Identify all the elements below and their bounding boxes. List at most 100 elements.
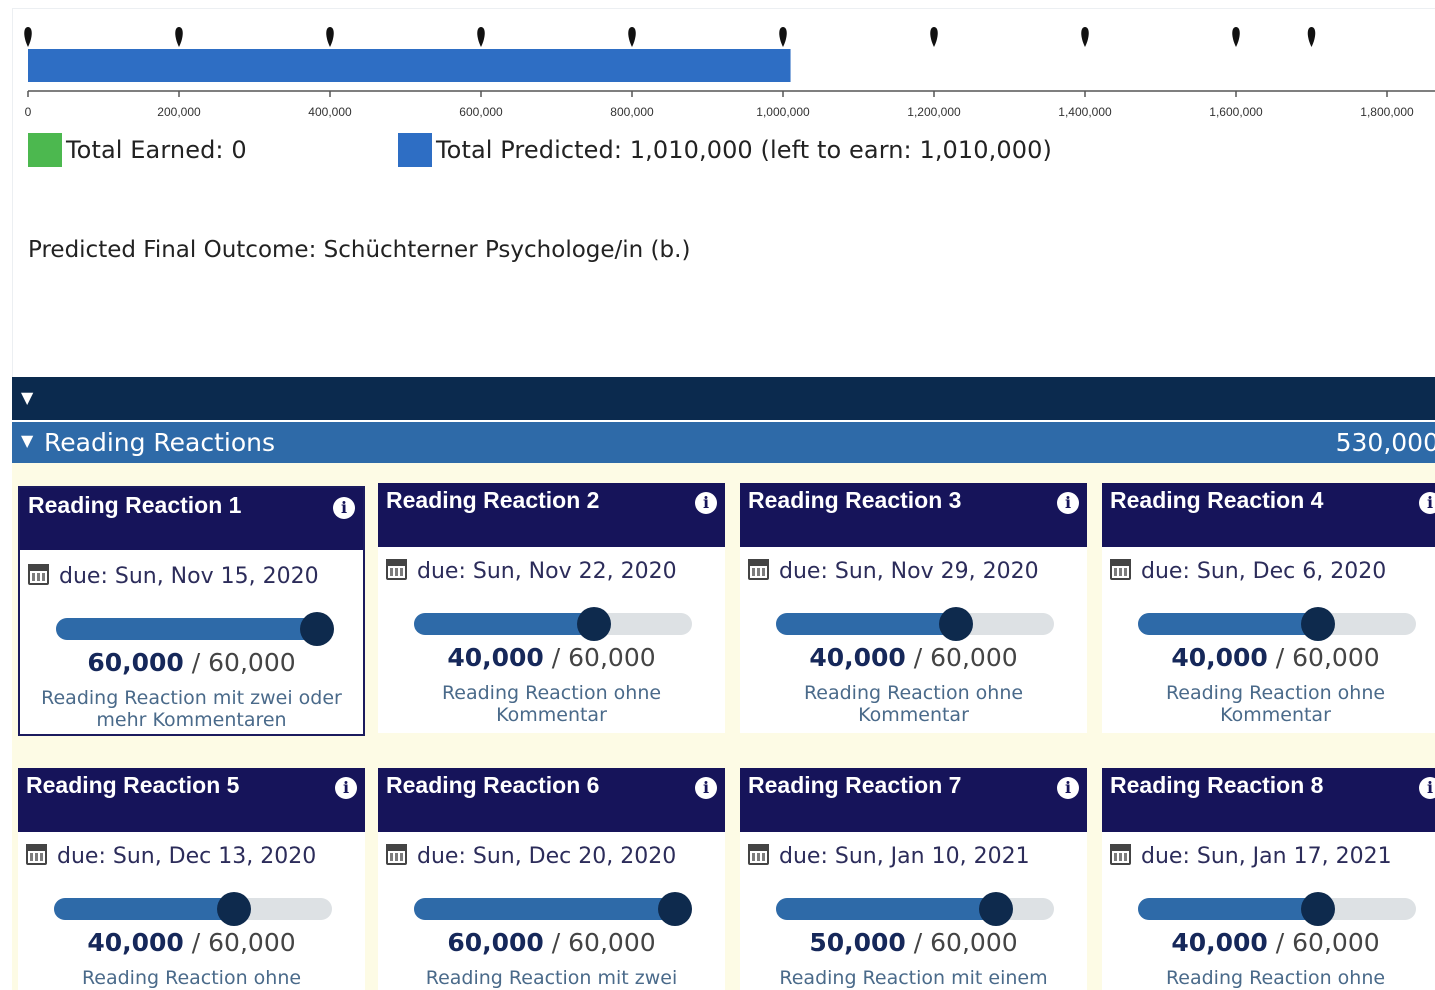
assignment-card-2[interactable]: Reading Reaction 2 i due: Sun, Nov 22, 2… [378,483,725,733]
slider-fill [1138,898,1324,920]
due-text: due: Sun, Jan 10, 2021 [779,844,1030,869]
slider-handle[interactable] [658,892,692,926]
section-header-reading-reactions[interactable]: ▼ Reading Reactions 530,000 [12,422,1435,463]
predicted-bar [28,49,791,82]
points-earned: 40,000 [809,643,906,672]
calendar-icon [26,844,47,865]
points-max: 60,000 [568,643,656,672]
due-text: due: Sun, Nov 22, 2020 [417,559,677,584]
assignment-card-5[interactable]: Reading Reaction 5 i due: Sun, Dec 13, 2… [18,768,365,990]
info-icon[interactable]: i [695,777,717,799]
axis-tick-label: 600,000 [459,105,503,119]
grade-description: Reading Reaction ohne Kommentar [441,682,662,726]
info-icon[interactable]: i [1057,777,1079,799]
points-slider[interactable] [776,892,1054,926]
info-icon[interactable]: i [333,497,355,519]
points-slider[interactable] [414,892,692,926]
card-title: Reading Reaction 8 [1110,772,1324,798]
triangle-down-icon[interactable]: ▼ [21,433,33,449]
points-slider[interactable] [776,607,1054,641]
due-date: due: Sun, Dec 6, 2020 [1110,559,1386,584]
cards-area: Reading Reaction 1 i due: Sun, Nov 15, 2… [12,463,1435,990]
axis-tick-label: 200,000 [157,105,201,119]
due-date: due: Sun, Nov 29, 2020 [748,559,1039,584]
points-separator: / [913,928,931,957]
points-max: 60,000 [1292,928,1380,957]
card-title: Reading Reaction 2 [386,487,600,513]
assignment-card-3[interactable]: Reading Reaction 3 i due: Sun, Nov 29, 2… [740,483,1087,733]
milestone-marker [326,27,334,47]
due-text: due: Sun, Nov 29, 2020 [779,559,1039,584]
assignment-card-6[interactable]: Reading Reaction 6 i due: Sun, Dec 20, 2… [378,768,725,990]
slider-handle[interactable] [576,607,611,641]
section-total: 530,000 [1335,428,1435,457]
axis-tick-label: 1,600,000 [1209,105,1263,119]
points-readout: 40,000 / 60,000 [740,643,1087,672]
points-max: 60,000 [1292,643,1380,672]
slider-fill [54,898,240,920]
points-readout: 60,000 / 60,000 [378,928,725,957]
due-date: due: Sun, Dec 13, 2020 [26,844,316,869]
card-title: Reading Reaction 1 [28,492,242,518]
due-text: due: Sun, Jan 17, 2021 [1141,844,1392,869]
earned-swatch [28,133,62,167]
points-slider[interactable] [414,607,692,641]
points-separator: / [191,928,209,957]
predicted-label: Total Predicted: 1,010,000 (left to earn… [436,136,1052,164]
due-date: due: Sun, Nov 15, 2020 [28,564,319,589]
slider-handle[interactable] [216,892,251,926]
card-header: Reading Reaction 1 i [20,488,363,550]
slider-fill [56,618,323,640]
milestone-marker [1232,27,1240,47]
points-earned: 40,000 [1171,643,1268,672]
due-text: due: Sun, Dec 20, 2020 [417,844,677,869]
points-separator: / [551,928,569,957]
grade-description: Reading Reaction ohne Kommentar [1165,682,1386,726]
card-header: Reading Reaction 5 i [18,768,365,832]
axis-tick-label: 1,000,000 [756,105,810,119]
card-title: Reading Reaction 6 [386,772,600,798]
points-max: 60,000 [208,648,296,677]
points-earned: 40,000 [1171,928,1268,957]
info-icon[interactable]: i [1419,492,1435,514]
calendar-icon [1110,559,1131,580]
legend-earned: Total Earned: 0 [28,133,247,167]
slider-handle[interactable] [938,607,973,641]
points-slider[interactable] [56,612,334,646]
collapse-bar[interactable]: ▼ [12,377,1435,420]
assignment-card-4[interactable]: Reading Reaction 4 i due: Sun, Dec 6, 20… [1102,483,1435,733]
points-separator: / [1275,643,1293,672]
info-icon[interactable]: i [695,492,717,514]
triangle-down-icon[interactable]: ▼ [21,390,33,406]
due-date: due: Sun, Jan 17, 2021 [1110,844,1392,869]
axis-tick-label: 1,400,000 [1058,105,1112,119]
card-header: Reading Reaction 2 i [378,483,725,547]
points-readout: 60,000 / 60,000 [20,648,363,677]
slider-handle[interactable] [300,612,334,646]
milestone-marker [779,27,787,47]
points-slider[interactable] [54,892,332,926]
info-icon[interactable]: i [335,777,357,799]
progress-panel: 0 200,000 400,000 600,000 800,000 1,000,000 1,… [12,8,1435,378]
points-earned: 40,000 [447,643,544,672]
info-icon[interactable]: i [1057,492,1079,514]
axis-tick-label: 800,000 [610,105,654,119]
assignment-card-7[interactable]: Reading Reaction 7 i due: Sun, Jan 10, 2… [740,768,1087,990]
card-header: Reading Reaction 3 i [740,483,1087,547]
slider-handle[interactable] [979,892,1014,926]
due-text: due: Sun, Dec 6, 2020 [1141,559,1387,584]
calendar-icon [386,844,407,865]
slider-handle[interactable] [1300,607,1335,641]
info-icon[interactable]: i [1419,777,1435,799]
card-title: Reading Reaction 7 [748,772,962,798]
points-slider[interactable] [1138,892,1416,926]
points-readout: 50,000 / 60,000 [740,928,1087,957]
points-slider[interactable] [1138,607,1416,641]
assignment-card-1[interactable]: Reading Reaction 1 i due: Sun, Nov 15, 2… [18,486,365,736]
assignment-card-8[interactable]: Reading Reaction 8 i due: Sun, Jan 17, 2… [1102,768,1435,990]
calendar-icon [28,564,49,585]
milestone-marker [1081,27,1089,47]
due-date: due: Sun, Nov 22, 2020 [386,559,677,584]
slider-handle[interactable] [1300,892,1335,926]
points-max: 60,000 [568,928,656,957]
